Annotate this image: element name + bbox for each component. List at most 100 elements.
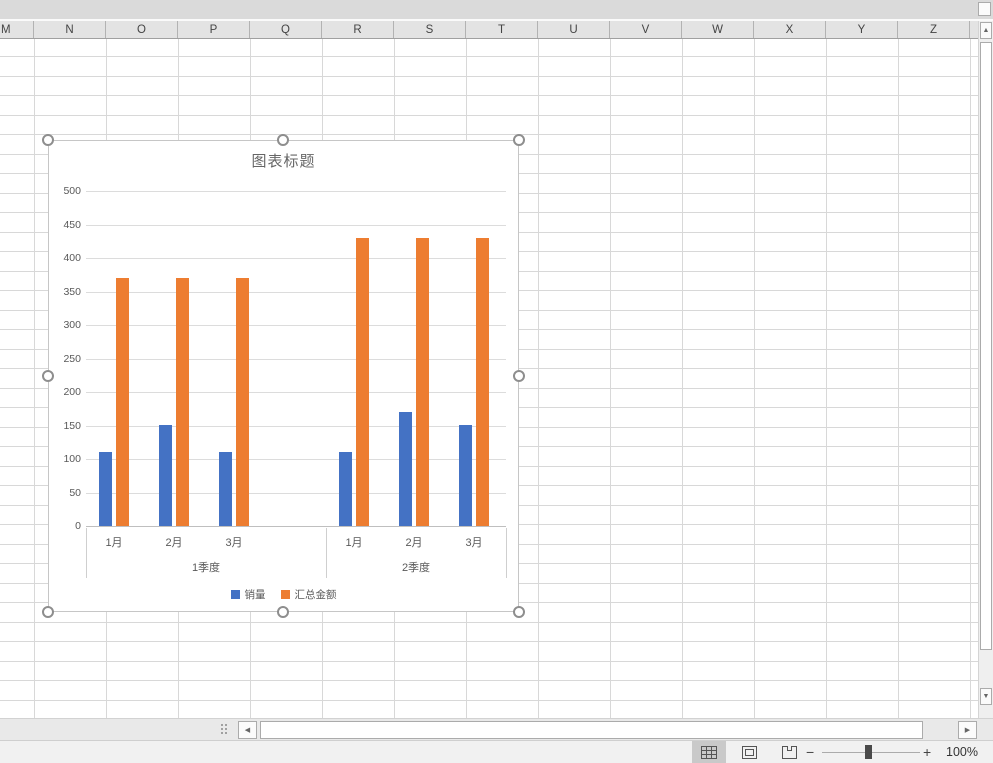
view-page-break-button[interactable] [772,741,806,763]
grid-vline [682,39,683,718]
resize-handle-s[interactable] [277,606,289,618]
zoom-level-label[interactable]: 100% [936,741,988,763]
grid-vline [754,39,755,718]
horizontal-scrollbar-thumb[interactable] [260,721,923,739]
grid-hline [0,641,978,642]
quarter-label[interactable]: 2季度 [326,561,506,576]
scroll-right-button[interactable]: ▶ [958,721,977,739]
month-label[interactable]: 1月 [84,536,144,551]
y-axis-tick-label[interactable]: 0 [49,519,81,533]
column-header-o[interactable]: O [106,21,178,38]
column-header-s[interactable]: S [394,21,466,38]
y-gridline [86,359,506,360]
bar-2-5[interactable] [416,238,429,526]
zoom-out-icon: − [806,744,814,760]
vertical-scrollbar[interactable]: ▲ ▼ [978,21,993,718]
month-label[interactable]: 1月 [324,536,384,551]
column-header-v[interactable]: V [610,21,682,38]
bar-2-2[interactable] [176,278,189,526]
resize-handle-sw[interactable] [42,606,54,618]
bar-1-6[interactable] [459,425,472,526]
column-header-u[interactable]: U [538,21,610,38]
sheet-tab-resize-grip[interactable] [221,724,229,737]
column-header-z[interactable]: Z [898,21,970,38]
y-axis-tick-label[interactable]: 150 [49,419,81,433]
column-header-t[interactable]: T [466,21,538,38]
y-axis-tick-label[interactable]: 350 [49,285,81,299]
chart-legend[interactable]: 销量汇总金额 [49,587,518,602]
column-header-y[interactable]: Y [826,21,898,38]
bar-1-5[interactable] [399,412,412,526]
vertical-scrollbar-thumb[interactable] [980,42,992,650]
chart-title[interactable]: 图表标题 [49,150,518,171]
y-gridline [86,392,506,393]
column-headers: MNOPQRSTUVWXYZ [0,21,978,39]
y-axis-tick-label[interactable]: 300 [49,318,81,332]
column-header-x[interactable]: X [754,21,826,38]
scroll-left-button[interactable]: ◀ [238,721,257,739]
column-header-r[interactable]: R [322,21,394,38]
quarter-label[interactable]: 1季度 [86,561,326,576]
y-axis-tick-label[interactable]: 450 [49,218,81,232]
month-label[interactable]: 3月 [444,536,504,551]
grid-vline [538,39,539,718]
grid-hline [0,680,978,681]
month-label[interactable]: 2月 [144,536,204,551]
bar-2-1[interactable] [116,278,129,526]
y-gridline [86,325,506,326]
month-label[interactable]: 3月 [204,536,264,551]
y-axis-tick-label[interactable]: 250 [49,352,81,366]
zoom-out-button[interactable]: − [806,741,814,763]
vertical-split-handle[interactable] [978,2,991,16]
bar-1-1[interactable] [99,452,112,526]
resize-handle-w[interactable] [42,370,54,382]
resize-handle-ne[interactable] [513,134,525,146]
scroll-down-button[interactable]: ▼ [980,688,992,705]
column-header-n[interactable]: N [34,21,106,38]
grid-vline [610,39,611,718]
category-axis-line [86,526,506,527]
bar-1-4[interactable] [339,452,352,526]
month-label[interactable]: 2月 [384,536,444,551]
column-header-q[interactable]: Q [250,21,322,38]
legend-item-汇总金额[interactable]: 汇总金额 [281,587,337,602]
y-axis-tick-label[interactable]: 500 [49,184,81,198]
grid-hline [0,76,978,77]
resize-handle-e[interactable] [513,370,525,382]
legend-swatch [231,590,240,599]
scroll-up-button[interactable]: ▲ [980,22,992,39]
y-axis-tick-label[interactable]: 50 [49,486,81,500]
y-gridline [86,191,506,192]
bar-2-3[interactable] [236,278,249,526]
bar-2-6[interactable] [476,238,489,526]
bar-1-3[interactable] [219,452,232,526]
grid-hline [0,622,978,623]
view-normal-button[interactable] [692,741,726,763]
view-page-layout-button[interactable] [732,741,766,763]
horizontal-scrollbar[interactable]: ◀ ▶ [0,718,993,741]
axis-group-separator [326,528,327,578]
legend-swatch [281,590,290,599]
scroll-up-icon: ▲ [983,27,990,34]
grid-vline [898,39,899,718]
y-axis-tick-label[interactable]: 200 [49,385,81,399]
bar-1-2[interactable] [159,425,172,526]
resize-handle-n[interactable] [277,134,289,146]
zoom-slider-thumb[interactable] [865,745,872,759]
resize-handle-se[interactable] [513,606,525,618]
ribbon-bottom-strip [0,0,993,21]
axis-group-separator [86,528,87,578]
legend-item-销量[interactable]: 销量 [231,587,266,602]
scroll-right-icon: ▶ [965,726,970,734]
bar-2-4[interactable] [356,238,369,526]
y-gridline [86,493,506,494]
y-axis-tick-label[interactable]: 100 [49,452,81,466]
column-header-w[interactable]: W [682,21,754,38]
column-header-m[interactable]: M [0,21,34,38]
column-header-p[interactable]: P [178,21,250,38]
y-axis-tick-label[interactable]: 400 [49,251,81,265]
chart-object[interactable]: 图表标题 销量汇总金额 0 50 100 150 200 250 300 350 400 450 5… [48,140,519,612]
zoom-in-button[interactable]: + [923,741,931,763]
resize-handle-nw[interactable] [42,134,54,146]
grid-hline [0,661,978,662]
